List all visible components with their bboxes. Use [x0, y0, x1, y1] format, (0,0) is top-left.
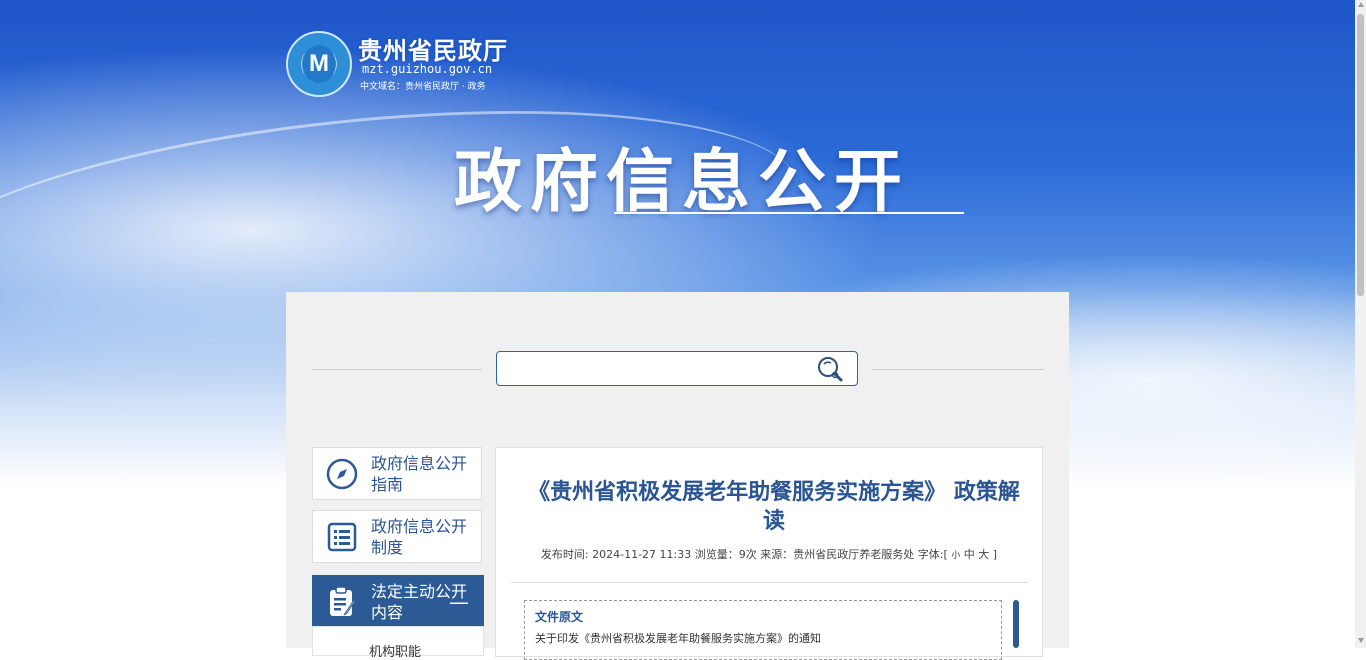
attachment-heading: 文件原文	[535, 610, 584, 624]
search-divider-right	[872, 369, 1044, 370]
site-name: 贵州省民政厅	[358, 38, 508, 65]
font-size-label: 字体:[	[914, 548, 948, 561]
article-scroll-indicator[interactable]	[1013, 600, 1019, 648]
publish-time: 2024-11-27 11:33	[592, 548, 692, 561]
article-divider	[511, 582, 1028, 583]
site-url: mzt.guizhou.gov.cn	[362, 62, 493, 76]
page-scrollbar-thumb[interactable]	[1357, 14, 1364, 296]
sidebar-item-label: 政府信息公开指南	[371, 454, 468, 494]
font-medium-button[interactable]: 中	[964, 548, 975, 561]
views-count: 9次	[738, 548, 757, 561]
font-large-button[interactable]: 大	[978, 548, 989, 561]
search-button[interactable]	[815, 355, 849, 385]
source-value: 贵州省民政厅养老服务处	[793, 548, 915, 561]
chinese-domain: 中文域名：贵州省民政厅 · 政务	[360, 82, 486, 92]
scroll-up-arrow-icon[interactable]	[1358, 2, 1364, 7]
article-meta: 发布时间: 2024-11-27 11:33 浏览量：9次 来源：贵州省民政厅养…	[495, 546, 1043, 562]
sidebar-item-system[interactable]: 政府信息公开制度	[312, 510, 482, 563]
page-title: 政府信息公开	[454, 143, 911, 222]
edit-document-icon	[330, 586, 356, 616]
source-label: 来源：	[756, 548, 794, 561]
logo-emblem-letter: M	[302, 45, 336, 83]
logo-emblem-icon: M	[286, 31, 352, 97]
attachment-link[interactable]: 关于印发《贵州省积极发展老年助餐服务实施方案》的通知	[535, 630, 821, 646]
sidebar-item-guide[interactable]: 政府信息公开指南	[312, 447, 482, 500]
search-input[interactable]	[505, 357, 809, 383]
compass-icon	[326, 458, 358, 490]
search-icon	[818, 357, 843, 382]
list-document-icon	[327, 522, 357, 552]
article-title: 《贵州省积极发展老年助餐服务实施方案》 政策解读	[528, 480, 1020, 534]
search-bar	[496, 351, 858, 386]
font-size-close: ]	[989, 548, 998, 561]
scroll-down-arrow-icon[interactable]	[1358, 638, 1364, 643]
publish-label: 发布时间:	[540, 548, 593, 561]
search-divider-left	[312, 369, 482, 370]
sidebar-item-label: 政府信息公开制度	[371, 517, 468, 557]
site-logo[interactable]: M 贵州省民政厅 mzt.guizhou.gov.cn 中文域名：贵州省民政厅 …	[286, 31, 516, 97]
sidebar-item-statutory-content[interactable]: 法定主动公开内容 —	[312, 575, 484, 628]
attachment-box: 文件原文 关于印发《贵州省积极发展老年助餐服务实施方案》的通知	[524, 600, 1002, 660]
views-label: 浏览量：	[691, 548, 739, 561]
sidebar-subitem[interactable]: 机构职能	[312, 626, 484, 660]
collapse-toggle[interactable]: —	[449, 590, 469, 614]
sidebar-subitem-label: 机构职能	[369, 645, 422, 660]
title-underline	[614, 212, 964, 214]
font-small-button[interactable]: 小	[951, 551, 960, 561]
